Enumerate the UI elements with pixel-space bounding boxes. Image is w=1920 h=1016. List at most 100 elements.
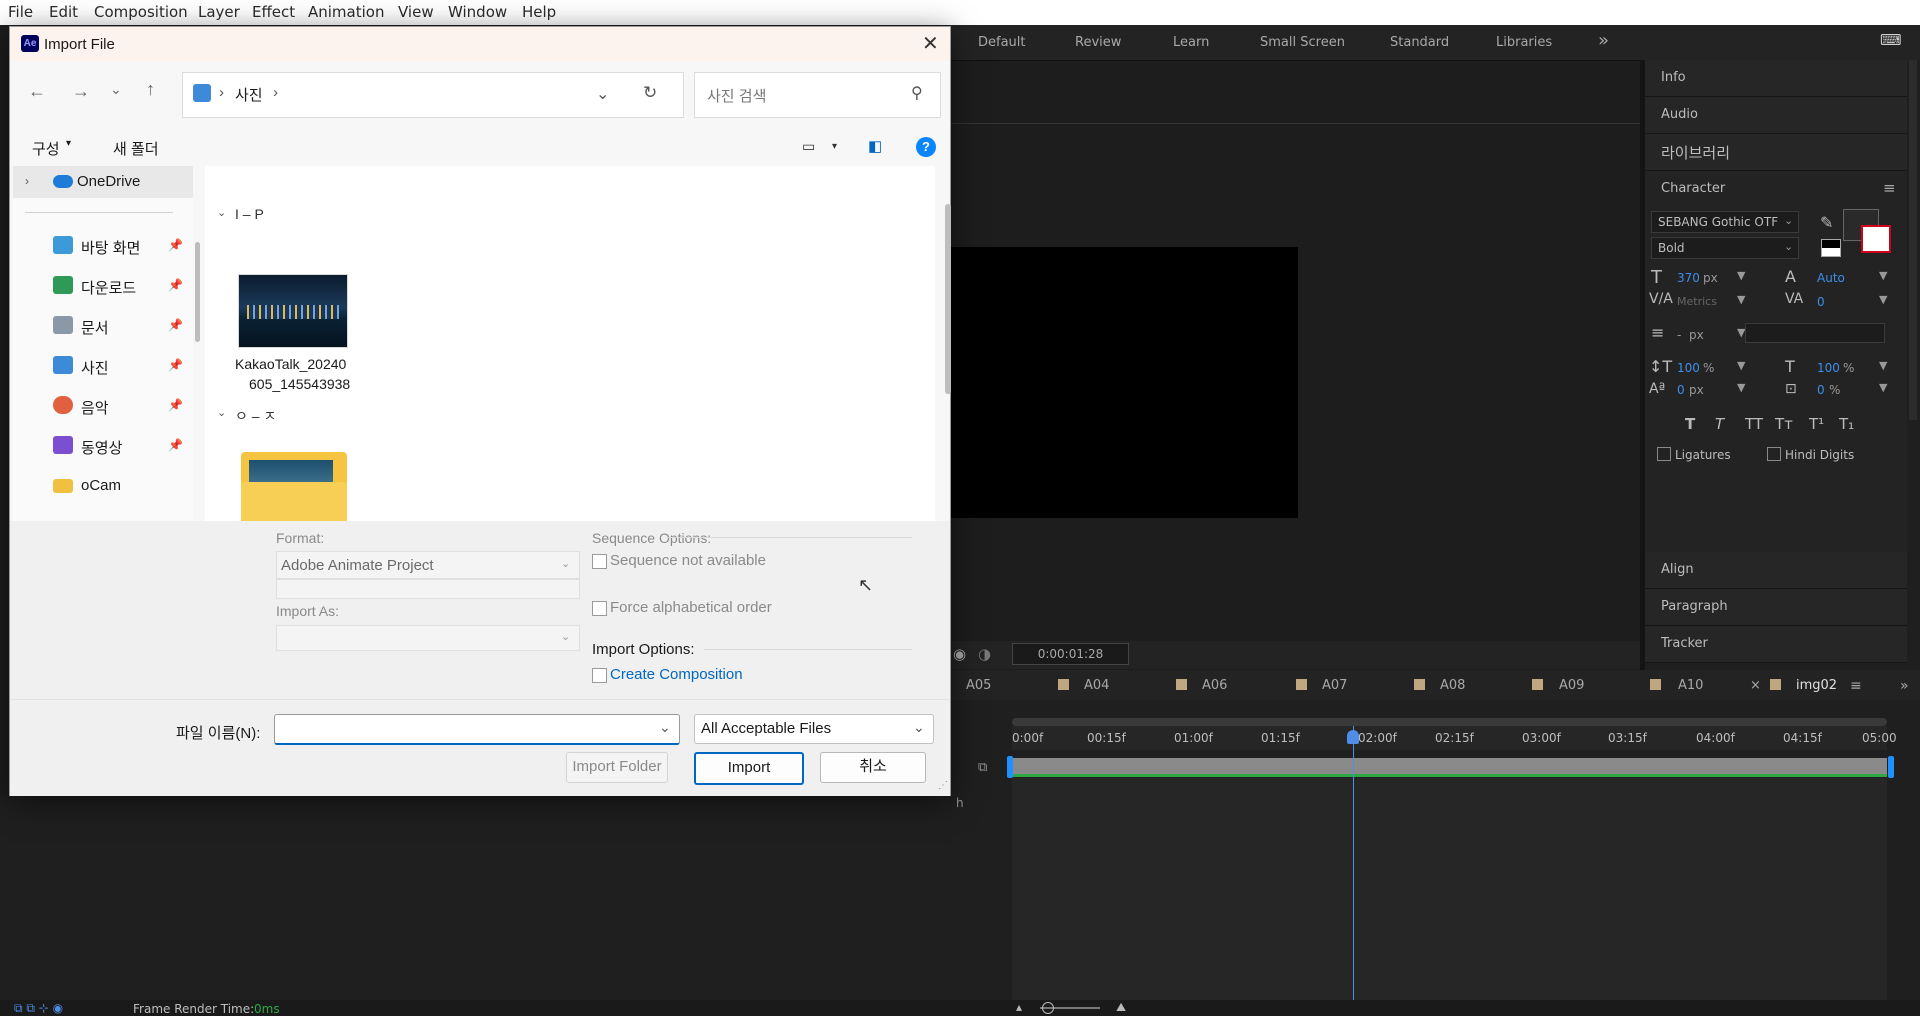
leading-value[interactable]: Auto: [1817, 271, 1845, 285]
nav-item-documents[interactable]: 문서 📌: [13, 310, 193, 342]
dropdown-arrow-icon[interactable]: ▼: [1737, 293, 1745, 306]
cancel-button[interactable]: 취소: [820, 752, 926, 783]
small-caps-button[interactable]: Tт: [1775, 415, 1793, 433]
nav-item-onedrive[interactable]: › OneDrive: [13, 166, 193, 198]
create-composition-label[interactable]: Create Composition: [610, 666, 743, 683]
double-chevron-right-icon[interactable]: »: [1598, 30, 1609, 51]
filetype-dropdown[interactable]: All Acceptable Files ⌄: [694, 714, 934, 744]
nav-item-ocam[interactable]: oCam: [13, 470, 193, 502]
eyedropper-icon[interactable]: ✎: [1820, 213, 1833, 232]
chevron-down-icon[interactable]: ⌄: [659, 719, 671, 736]
font-style-dropdown[interactable]: Bold ⌄: [1651, 237, 1799, 259]
workspace-default[interactable]: Default: [978, 35, 1026, 50]
view-mode-icon[interactable]: ▭: [802, 138, 815, 155]
tracker-panel-header[interactable]: Tracker: [1645, 626, 1907, 663]
workspace-learn[interactable]: Learn: [1173, 35, 1209, 50]
chevron-down-icon[interactable]: ⌄: [217, 406, 226, 419]
tracking-value[interactable]: 0: [1817, 295, 1825, 309]
menu-animation[interactable]: Animation: [308, 3, 384, 21]
workspace-libraries[interactable]: Libraries: [1496, 35, 1552, 50]
chevron-down-icon[interactable]: ⌄: [217, 206, 226, 219]
preview-pane-icon[interactable]: ◧: [868, 137, 882, 155]
sequence-checkbox[interactable]: [592, 554, 607, 569]
double-chevron-right-icon[interactable]: »: [1900, 678, 1909, 694]
chevron-right-icon[interactable]: ›: [25, 174, 29, 188]
dropdown-arrow-icon[interactable]: ▼: [1879, 381, 1887, 394]
menu-help[interactable]: Help: [522, 3, 556, 21]
format-dropdown[interactable]: Adobe Animate Project ⌄: [276, 551, 580, 579]
zoom-out-icon[interactable]: ▴: [1016, 1000, 1022, 1014]
swap-colors-icon[interactable]: [1821, 239, 1841, 257]
dropdown-arrow-icon[interactable]: ▼: [1737, 359, 1745, 372]
create-composition-checkbox[interactable]: [592, 668, 607, 683]
snapshot-icon[interactable]: ◑: [978, 645, 991, 663]
nav-item-downloads[interactable]: 다운로드 📌: [13, 270, 193, 302]
align-panel-header[interactable]: Align: [1645, 552, 1907, 589]
status-toggle-icons[interactable]: ⧉ ⧉ ⊹ ◉: [14, 1001, 63, 1016]
superscript-button[interactable]: T¹: [1809, 415, 1824, 433]
recent-locations-chevron-icon[interactable]: ⌄: [110, 81, 122, 98]
paragraph-panel-header[interactable]: Paragraph: [1645, 589, 1907, 626]
help-icon[interactable]: ?: [916, 137, 936, 157]
baseline-shift-value[interactable]: 0: [1677, 383, 1685, 397]
playhead-handle[interactable]: [1347, 730, 1360, 744]
close-icon[interactable]: ✕: [922, 31, 939, 56]
workspace-review[interactable]: Review: [1075, 35, 1121, 50]
menu-file[interactable]: File: [8, 3, 33, 21]
kerning-value[interactable]: Metrics: [1677, 295, 1717, 308]
pin-icon[interactable]: 📌: [168, 318, 183, 332]
force-alphabetical-checkbox[interactable]: [592, 601, 607, 616]
subscript-button[interactable]: T₁: [1839, 415, 1854, 433]
in-point-handle[interactable]: [1007, 756, 1013, 778]
timeline-tab[interactable]: A07: [1322, 678, 1347, 693]
pin-icon[interactable]: 📌: [168, 278, 183, 292]
all-caps-button[interactable]: TT: [1745, 415, 1763, 433]
breadcrumb-location[interactable]: 사진: [235, 84, 263, 105]
resize-grip-icon[interactable]: ⋰: [938, 780, 948, 791]
forward-arrow-icon[interactable]: →: [72, 81, 90, 102]
file-name[interactable]: 605_145543938: [249, 376, 350, 392]
menu-edit[interactable]: Edit: [49, 3, 78, 21]
timeline-track-area[interactable]: [1012, 778, 1887, 1000]
menu-composition[interactable]: Composition: [94, 3, 188, 21]
nav-item-pictures[interactable]: 사진 📌: [13, 350, 193, 382]
horizontal-scale-value[interactable]: 100: [1817, 361, 1840, 375]
hamburger-menu-icon[interactable]: ≡: [1850, 678, 1862, 694]
search-box[interactable]: 사진 검색 ⚲: [694, 72, 941, 118]
import-folder-button[interactable]: Import Folder: [566, 752, 668, 783]
stroke-color-swatch[interactable]: [1861, 225, 1891, 253]
zoom-in-icon[interactable]: ⛰: [1116, 1000, 1126, 1015]
timeline-tab[interactable]: A04: [1084, 678, 1109, 693]
timeline-tab[interactable]: A09: [1559, 678, 1584, 693]
nav-item-desktop[interactable]: 바탕 화면 📌: [13, 230, 193, 262]
workspace-standard[interactable]: Standard: [1390, 35, 1449, 50]
up-arrow-icon[interactable]: ↑: [146, 79, 155, 100]
out-point-handle[interactable]: [1888, 756, 1894, 778]
graph-editor-icon[interactable]: ⧉: [978, 760, 987, 775]
pin-icon[interactable]: 📌: [168, 358, 183, 372]
pin-icon[interactable]: 📌: [168, 398, 183, 412]
menu-layer[interactable]: Layer: [198, 3, 240, 21]
workspace-menu-icon[interactable]: ⌨: [1880, 31, 1902, 49]
nav-scrollbar[interactable]: [195, 242, 200, 342]
close-tab-icon[interactable]: ×: [1750, 678, 1761, 693]
font-family-dropdown[interactable]: SEBANG Gothic OTF ⌄: [1651, 211, 1799, 233]
menu-window[interactable]: Window: [448, 3, 507, 21]
stroke-style-dropdown[interactable]: [1745, 323, 1885, 343]
pin-icon[interactable]: 📌: [168, 438, 183, 452]
workspace-small-screen[interactable]: Small Screen: [1260, 35, 1345, 50]
import-button[interactable]: Import: [694, 752, 804, 785]
timeline-tab[interactable]: A05: [966, 678, 991, 693]
dropdown-arrow-icon[interactable]: ▼: [1737, 381, 1745, 394]
new-folder-button[interactable]: 새 폴더: [113, 138, 159, 159]
nav-item-videos[interactable]: 동영상 📌: [13, 430, 193, 462]
nav-item-music[interactable]: 음악 📌: [13, 390, 193, 422]
folder-icon[interactable]: [241, 452, 347, 530]
playhead[interactable]: [1353, 726, 1355, 1000]
back-arrow-icon[interactable]: ←: [28, 81, 46, 102]
organize-button[interactable]: 구성: [32, 138, 60, 159]
info-panel-header[interactable]: Info: [1645, 60, 1907, 97]
hamburger-menu-icon[interactable]: ≡: [1883, 179, 1896, 197]
stroke-width-value[interactable]: -: [1677, 328, 1681, 342]
zoom-slider-thumb[interactable]: [1042, 1002, 1054, 1014]
